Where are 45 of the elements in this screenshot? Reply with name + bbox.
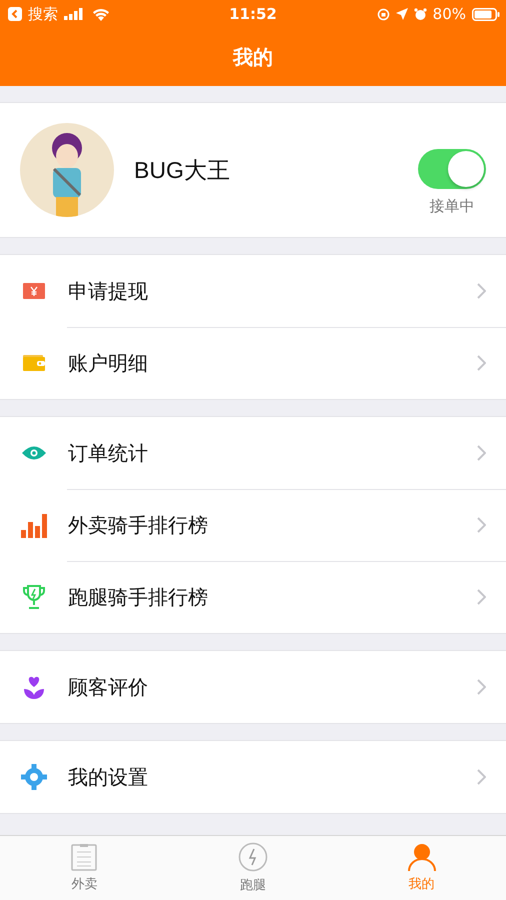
back-icon[interactable] (8, 7, 22, 21)
settings-icon (21, 764, 47, 790)
toggle-switch[interactable] (418, 148, 486, 188)
status-time: 11:52 (229, 5, 277, 23)
lightning-icon (238, 842, 268, 872)
menu-item[interactable]: 跑腿骑手排行榜 (0, 561, 506, 633)
tab-item[interactable]: 跑腿 (168, 836, 338, 900)
chevron-right-icon (477, 355, 486, 371)
menu-item-label: 我的设置 (68, 764, 149, 790)
flower-icon (23, 675, 45, 699)
page-title: 我的 (233, 44, 273, 70)
battery-percent: 80% (432, 5, 466, 23)
eye-icon (22, 446, 46, 460)
bar-chart-icon (21, 512, 47, 538)
clipboard-icon (70, 843, 98, 871)
wallet-icon (23, 355, 45, 371)
chevron-right-icon (477, 283, 486, 299)
menu-item[interactable]: 我的设置 (0, 741, 506, 813)
trophy-icon (23, 585, 45, 609)
wifi-icon (92, 8, 110, 20)
menu-item[interactable]: 顾客评价 (0, 651, 506, 723)
menu-item-label: 账户明细 (68, 350, 149, 376)
person-icon (406, 843, 437, 871)
chevron-right-icon (477, 589, 486, 605)
menu-item-label: 外卖骑手排行榜 (68, 512, 209, 538)
user-name: BUG大王 (134, 156, 231, 184)
alarm-icon (414, 8, 427, 20)
rotation-lock-icon (376, 8, 390, 20)
chevron-right-icon (477, 769, 486, 785)
menu-item-label: 顾客评价 (68, 674, 149, 700)
chevron-right-icon (477, 517, 486, 533)
menu-item-label: 申请提现 (68, 278, 149, 304)
location-icon (396, 8, 408, 20)
menu-item-label: 订单统计 (68, 440, 149, 466)
battery-icon (472, 8, 500, 20)
chevron-right-icon (477, 679, 486, 695)
menu-item-label: 跑腿骑手排行榜 (68, 584, 209, 610)
menu-item[interactable]: 账户明细 (0, 327, 506, 399)
menu-item[interactable]: 申请提现 (0, 255, 506, 327)
money-icon (23, 283, 45, 299)
tab-item[interactable]: 外卖 (0, 836, 169, 900)
toggle-label: 接单中 (430, 196, 474, 216)
menu-item[interactable]: 外卖骑手排行榜 (0, 489, 506, 561)
chevron-right-icon (477, 445, 486, 461)
menu-item[interactable]: 订单统计 (0, 417, 506, 489)
